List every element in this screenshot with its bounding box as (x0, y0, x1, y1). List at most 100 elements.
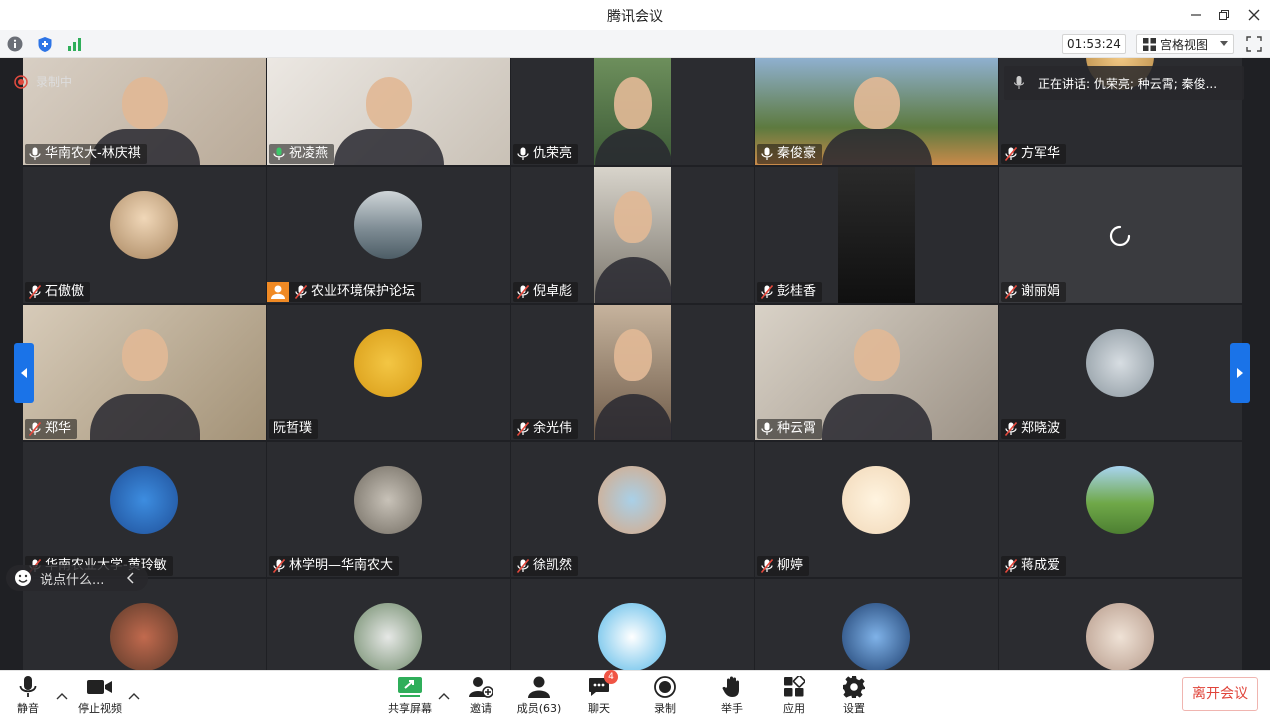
avatar (598, 603, 666, 670)
participant-nameplate: 柳婷 (757, 556, 810, 576)
gear-icon (841, 675, 867, 699)
minimize-icon[interactable] (1184, 3, 1208, 27)
members-button[interactable]: 成员(63) (511, 675, 567, 716)
chat-unread-badge: 4 (604, 670, 618, 684)
view-mode-label: 宫格视图 (1160, 37, 1209, 52)
avatar (598, 466, 666, 534)
settings-button[interactable]: 设置 (826, 675, 882, 716)
mic-muted-icon (273, 559, 285, 573)
close-icon[interactable] (1242, 3, 1266, 27)
participant-tile[interactable]: 华南农业大学-黄玲敏 (23, 442, 266, 577)
participant-tile[interactable]: 祝凌燕 (267, 58, 510, 165)
view-mode-dropdown[interactable]: 宫格视图 (1136, 34, 1234, 54)
share-options-caret-icon[interactable] (438, 685, 450, 700)
participant-tile[interactable]: 蒋成爱 (999, 442, 1242, 577)
chat-placeholder: 说点什么... (40, 572, 105, 588)
signal-icon[interactable] (66, 35, 84, 53)
person-silhouette (853, 329, 900, 382)
participant-nameplate: 林学明—华南农大 (269, 556, 400, 576)
chat-button[interactable]: 4 聊天 (571, 670, 627, 716)
participant-tile[interactable]: 农业环境保护论坛 (267, 167, 510, 303)
avatar (110, 603, 178, 670)
apps-button[interactable]: 应用 (766, 675, 822, 716)
person-silhouette (365, 77, 412, 130)
avatar (354, 466, 422, 534)
invite-button[interactable]: 邀请 (453, 675, 509, 716)
members-label: 成员(63) (516, 702, 562, 715)
recording-label: 录制中 (36, 75, 73, 89)
person-body (333, 128, 444, 165)
collapse-chevron-icon[interactable] (126, 572, 134, 584)
participant-tile[interactable]: 柳婷 (755, 442, 998, 577)
participant-nameplate: 余光伟 (513, 419, 579, 439)
participant-tile[interactable]: 郑晓波 (999, 305, 1242, 440)
security-shield-icon[interactable] (36, 35, 54, 53)
participant-tile[interactable] (23, 579, 266, 670)
participant-tile[interactable]: 谢丽娟 (999, 167, 1242, 303)
participant-nameplate: 蒋成爱 (1001, 556, 1067, 576)
mic-icon (517, 147, 529, 161)
person-body (594, 394, 672, 440)
raise-hand-button[interactable]: 举手 (704, 675, 760, 716)
avatar (842, 466, 910, 534)
participant-tile[interactable] (267, 579, 510, 670)
participant-tile[interactable]: 倪卓彪 (511, 167, 754, 303)
share-screen-button[interactable]: 共享屏幕 (382, 675, 438, 716)
participant-nameplate: 郑华 (25, 419, 78, 439)
emoji-icon[interactable] (14, 569, 32, 587)
person-silhouette (613, 191, 652, 244)
members-icon (526, 675, 552, 699)
person-silhouette (853, 77, 900, 130)
participant-tile[interactable] (755, 579, 998, 670)
participant-name: 种云霄 (777, 421, 817, 436)
participant-name: 谢丽娟 (1021, 284, 1061, 299)
participant-nameplate: 祝凌燕 (269, 144, 335, 164)
stop-video-button[interactable]: 停止视频 (72, 675, 128, 716)
participant-tile[interactable]: 林学明—华南农大 (267, 442, 510, 577)
mic-icon (761, 422, 773, 436)
participant-tile[interactable]: 郑华 (23, 305, 266, 440)
participant-name: 祝凌燕 (289, 146, 329, 161)
participant-tile[interactable]: 余光伟 (511, 305, 754, 440)
participant-name: 方军华 (1021, 146, 1061, 161)
info-icon[interactable] (6, 35, 24, 53)
participant-tile[interactable]: 仇荣亮 (511, 58, 754, 165)
participant-name: 秦俊豪 (777, 146, 817, 161)
avatar (1086, 466, 1154, 534)
avatar (354, 603, 422, 670)
fullscreen-icon[interactable] (1246, 36, 1262, 52)
participant-nameplate: 种云霄 (757, 419, 823, 439)
active-speaker-banner: 正在讲话: 仇荣亮; 种云霄; 秦俊... (1004, 66, 1244, 100)
participant-tile[interactable] (999, 579, 1242, 670)
mute-label: 静音 (17, 702, 39, 715)
participant-tile[interactable]: 彭桂香 (755, 167, 998, 303)
mic-muted-icon (1005, 559, 1017, 573)
restore-icon[interactable] (1212, 3, 1236, 27)
participant-tile[interactable] (511, 579, 754, 670)
person-body (821, 128, 932, 165)
participant-tile[interactable]: 秦俊豪 (755, 58, 998, 165)
participant-tile[interactable]: 徐凯然 (511, 442, 754, 577)
next-page-button[interactable] (1230, 343, 1250, 403)
meeting-toolbar: 静音 停止视频 共享屏幕 邀请 成员(63) 4 聊天 录制 举手 应用 设置 … (0, 670, 1270, 715)
quick-chat-input[interactable]: 说点什么... (6, 565, 148, 591)
video-options-caret-icon[interactable] (128, 685, 140, 700)
audio-options-caret-icon[interactable] (56, 685, 68, 700)
leave-meeting-button[interactable]: 离开会议 (1182, 677, 1258, 711)
participant-tile[interactable]: 种云霄 (755, 305, 998, 440)
window-title: 腾讯会议 (607, 9, 663, 25)
avatar (354, 329, 422, 397)
avatar (1086, 329, 1154, 397)
record-button[interactable]: 录制 (637, 675, 693, 716)
previous-page-button[interactable] (14, 343, 34, 403)
mute-button[interactable]: 静音 (0, 675, 56, 716)
participant-tile[interactable]: 阮哲璞 (267, 305, 510, 440)
raise-hand-icon (719, 675, 745, 699)
participant-name: 林学明—华南农大 (289, 558, 394, 573)
participant-tile[interactable]: 石傲傲 (23, 167, 266, 303)
participant-name: 徐凯然 (533, 558, 573, 573)
apps-label: 应用 (783, 702, 805, 715)
person-body (594, 128, 672, 165)
participant-name: 华南农大-林庆祺 (45, 146, 141, 161)
share-screen-label: 共享屏幕 (388, 702, 432, 715)
